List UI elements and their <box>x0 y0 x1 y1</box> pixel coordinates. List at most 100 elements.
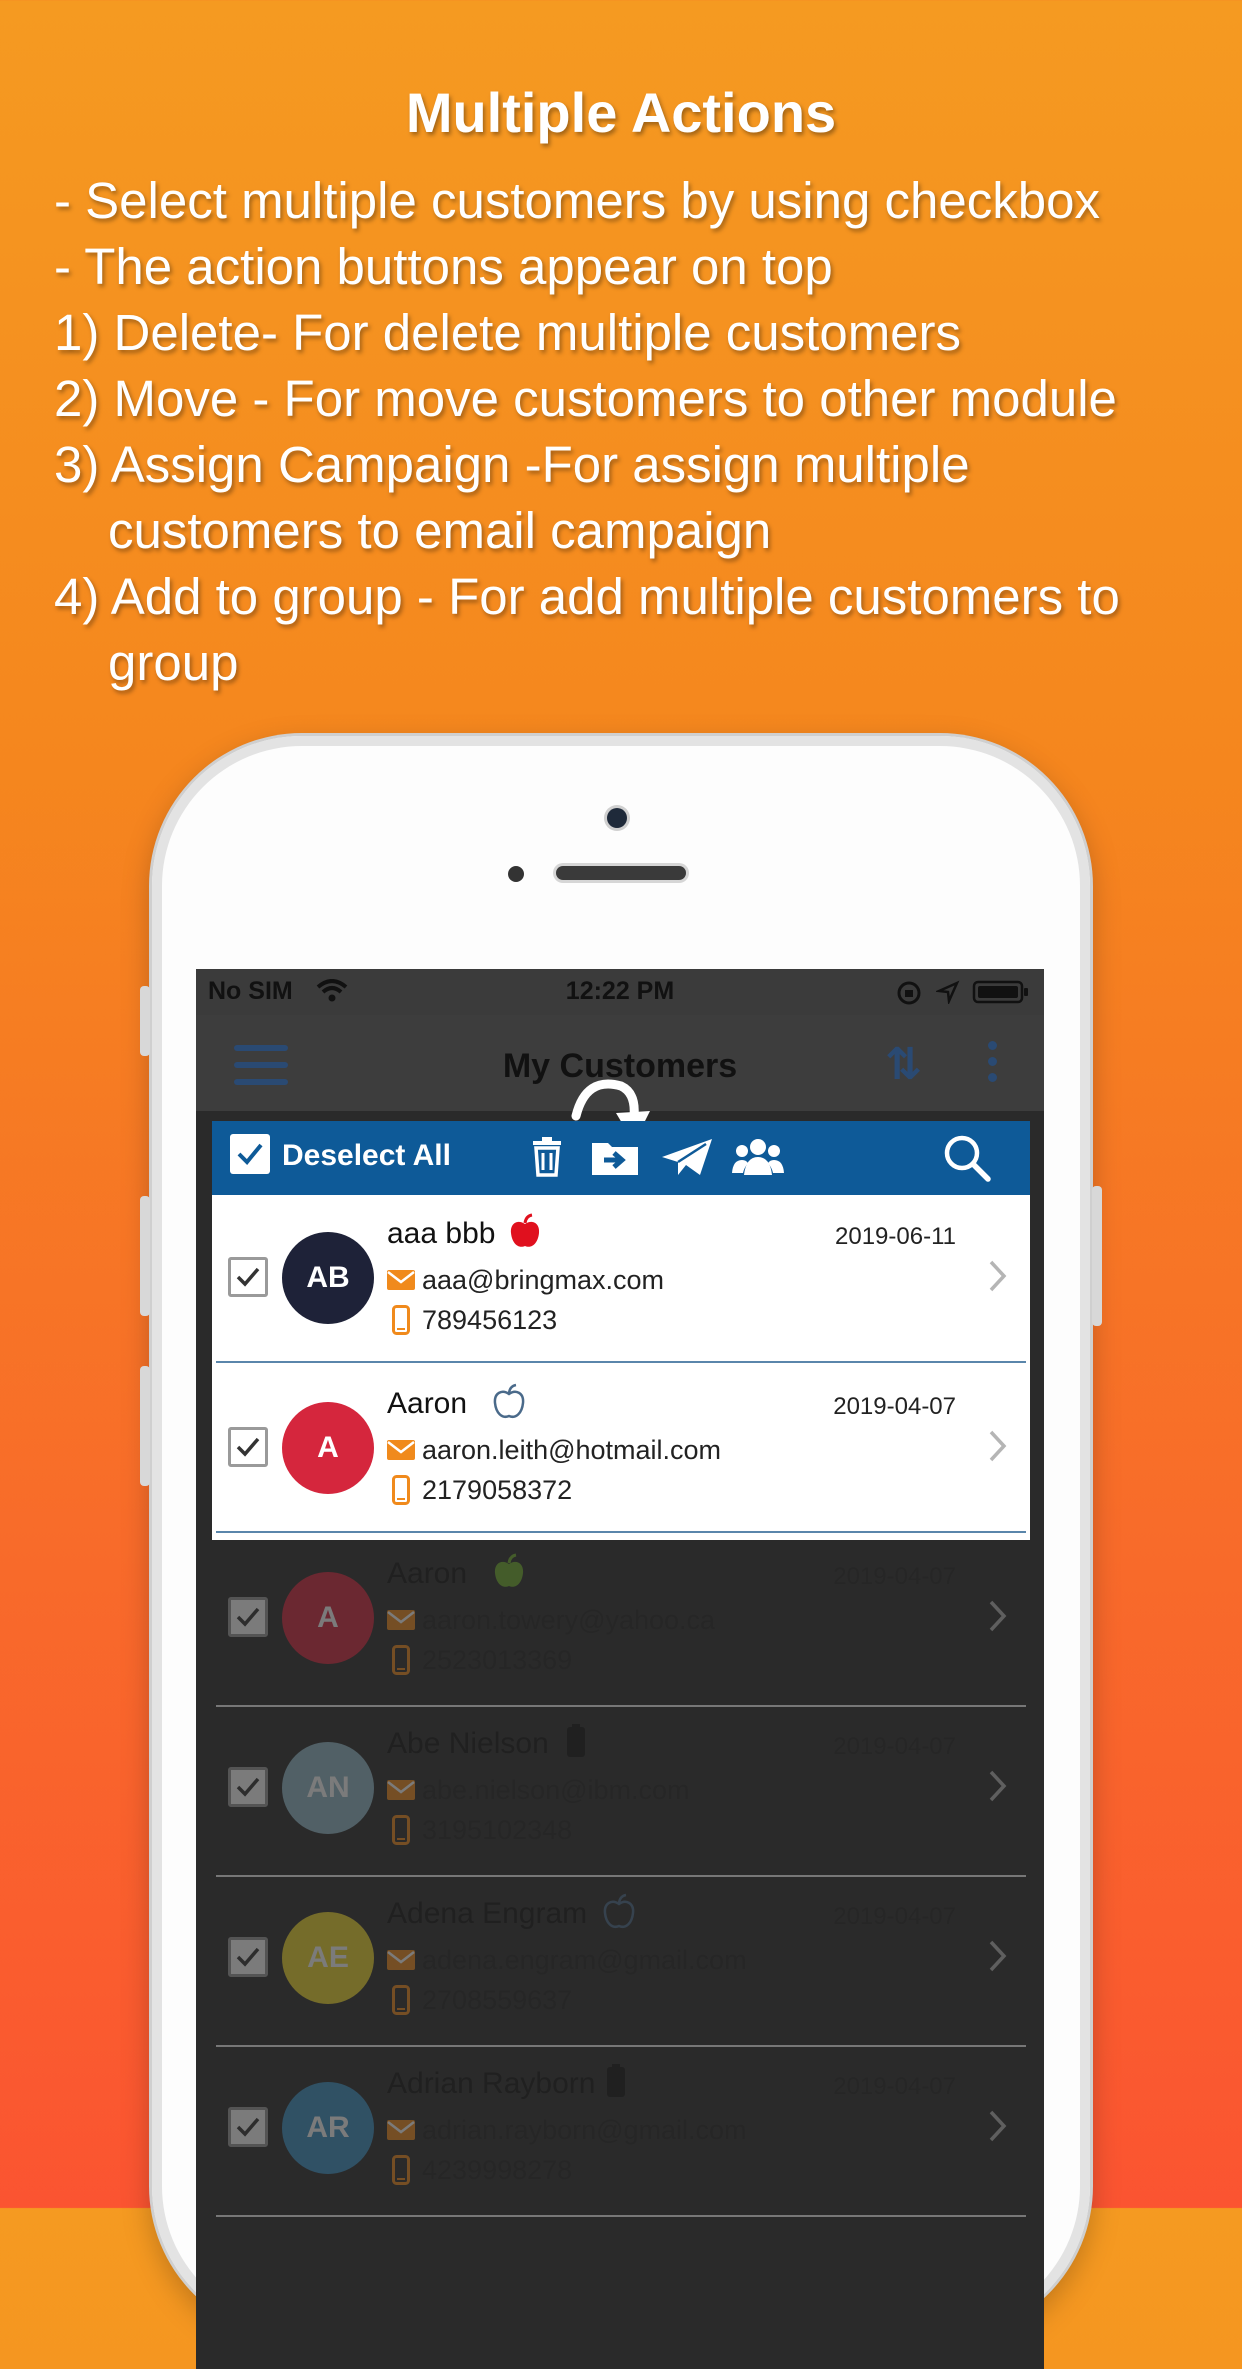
row-checkbox[interactable] <box>228 1937 268 1977</box>
customer-date: 2019-04-07 <box>833 1733 956 1760</box>
customer-email: aaron.leith@hotmail.com <box>422 1435 722 1465</box>
group-icon[interactable] <box>732 1135 784 1179</box>
mobile-phone-icon <box>392 1985 410 2015</box>
customer-phone: 3195102348 <box>422 1815 573 1845</box>
chevron-right-icon[interactable] <box>988 1599 1008 1633</box>
apple-red-icon <box>510 1213 540 1247</box>
mail-icon <box>387 1270 415 1290</box>
customer-email: aaron.towery@yahoo.ca <box>422 1605 716 1635</box>
customer-name: Abe Nielson <box>387 1727 549 1760</box>
customer-row[interactable]: AR Adrian Rayborn adrian.rayborn@gmail.c… <box>212 2045 1030 2213</box>
customer-email: abe.nielson@ibm.com <box>422 1775 690 1805</box>
phone-mockup: No SIM 12:22 PM My Customers ⇅ Deselect … <box>140 736 1102 2369</box>
mobile-phone-icon <box>392 2155 410 2185</box>
mobile-phone-icon <box>392 1305 410 1335</box>
customer-name: Aaron <box>387 1387 468 1420</box>
customer-phone: 2179058372 <box>422 1475 573 1505</box>
front-camera <box>607 808 627 828</box>
select-all-checkbox[interactable] <box>230 1134 270 1174</box>
checkmark-icon <box>236 2117 260 2137</box>
power-button <box>1092 1186 1102 1326</box>
avatar: A <box>282 1572 374 1664</box>
phone-black-icon <box>567 1724 585 1757</box>
folder-move-icon[interactable] <box>590 1135 640 1179</box>
mute-switch <box>140 986 150 1056</box>
row-checkbox[interactable] <box>228 1597 268 1637</box>
kebab-icon[interactable] <box>988 1041 998 1089</box>
checkmark-icon <box>236 1437 260 1457</box>
checkmark-icon <box>236 1777 260 1797</box>
apple-outline-icon <box>493 1383 525 1418</box>
avatar: AN <box>282 1742 374 1834</box>
promo-line: group <box>108 634 239 691</box>
mobile-phone-icon <box>392 1645 410 1675</box>
customer-name: Adena Engram <box>387 1897 588 1930</box>
customer-date: 2019-06-11 <box>835 1223 956 1250</box>
row-divider <box>216 1531 1026 1533</box>
mail-icon <box>387 1610 415 1630</box>
volume-down-button <box>140 1366 150 1486</box>
customer-row[interactable]: A Aaron aaron.leith@hotmail.com 21790583… <box>212 1365 1030 1533</box>
customer-phone: 2523013369 <box>422 1645 573 1675</box>
promo-line: - Select multiple customers by using che… <box>54 172 1100 229</box>
apple-outline-icon <box>603 1893 635 1928</box>
trash-icon[interactable] <box>530 1135 564 1179</box>
customer-phone: 4239998278 <box>422 2155 573 2185</box>
mail-icon <box>387 2120 415 2140</box>
rotation-lock-icon <box>897 981 921 1005</box>
row-checkbox[interactable] <box>228 2107 268 2147</box>
battery-icon <box>972 980 1028 1004</box>
checkmark-icon <box>236 1607 260 1627</box>
customer-row[interactable]: AE Adena Engram adena.engram@gmail.com 2… <box>212 1875 1030 2043</box>
phone-black-icon <box>607 2064 625 2097</box>
checkmark-icon <box>236 1267 260 1287</box>
promo-description: - Select multiple customers by using che… <box>54 168 1234 696</box>
promo-line: 4) Add to group - For add multiple custo… <box>54 568 1120 625</box>
customer-name: Adrian Rayborn <box>387 2067 596 2100</box>
chevron-right-icon[interactable] <box>988 1769 1008 1803</box>
volume-up-button <box>140 1196 150 1316</box>
apple-green-icon <box>494 1553 524 1587</box>
checkmark-icon <box>236 1947 260 1967</box>
mail-icon <box>387 1950 415 1970</box>
deselect-all-button[interactable]: Deselect All <box>282 1139 451 1173</box>
row-checkbox[interactable] <box>228 1257 268 1297</box>
avatar: AE <box>282 1912 374 2004</box>
chevron-right-icon[interactable] <box>988 1259 1008 1293</box>
customer-row[interactable]: AN Abe Nielson abe.nielson@ibm.com 31951… <box>212 1705 1030 1873</box>
row-checkbox[interactable] <box>228 1767 268 1807</box>
row-divider <box>216 1361 1026 1363</box>
customer-name: aaa bbb <box>387 1217 496 1250</box>
promo-line: customers to email campaign <box>108 502 772 559</box>
customer-date: 2019-04-07 <box>833 1563 956 1590</box>
chevron-right-icon[interactable] <box>988 1939 1008 1973</box>
chevron-right-icon[interactable] <box>988 2109 1008 2143</box>
promo-line: - The action buttons appear on top <box>54 238 833 295</box>
multi-select-action-bar: Deselect All <box>212 1121 1030 1195</box>
mail-icon <box>387 1780 415 1800</box>
customer-phone: 789456123 <box>422 1305 558 1335</box>
customer-email: aaa@bringmax.com <box>422 1265 665 1295</box>
row-checkbox[interactable] <box>228 1427 268 1467</box>
sort-arrows-icon[interactable]: ⇅ <box>885 1039 922 1090</box>
earpiece-speaker <box>556 866 686 880</box>
status-bar: No SIM 12:22 PM <box>196 969 1044 1015</box>
customer-email: adena.engram@gmail.com <box>422 1945 747 1975</box>
customer-date: 2019-04-07 <box>833 1393 956 1420</box>
customer-name: Aaron <box>387 1557 468 1590</box>
location-icon <box>936 980 960 1004</box>
paper-plane-icon[interactable] <box>660 1135 714 1179</box>
mobile-phone-icon <box>392 1475 410 1505</box>
customer-phone: 2708559637 <box>422 1985 573 2015</box>
mail-icon <box>387 1440 415 1460</box>
avatar: AR <box>282 2082 374 2174</box>
customer-email: adrian.rayborn@gmail.com <box>422 2115 747 2145</box>
avatar: A <box>282 1402 374 1494</box>
chevron-right-icon[interactable] <box>988 1429 1008 1463</box>
avatar: AB <box>282 1232 374 1324</box>
customer-list-highlighted: AB aaa bbb aaa@bringmax.com 789456123 20… <box>212 1195 1030 1540</box>
search-icon[interactable] <box>942 1133 992 1183</box>
customer-row[interactable]: A Aaron aaron.towery@yahoo.ca 2523013369… <box>212 1535 1030 1703</box>
checkmark-icon <box>237 1143 263 1165</box>
customer-row[interactable]: AB aaa bbb aaa@bringmax.com 789456123 20… <box>212 1195 1030 1363</box>
